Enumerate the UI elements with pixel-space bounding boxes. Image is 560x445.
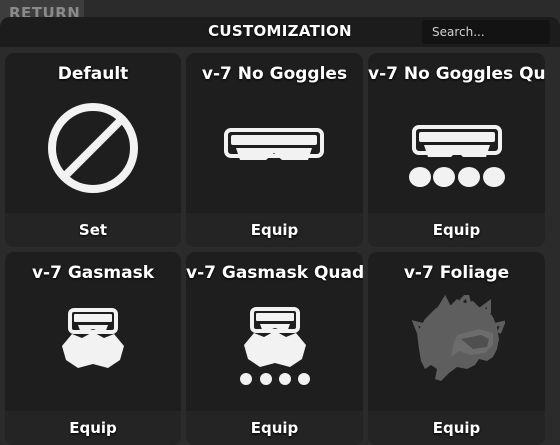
item-title: v-7 Gasmask Quad [186,263,363,283]
item-card-default[interactable]: Default Set [5,53,181,247]
item-title: v-7 Gasmask [31,263,155,283]
set-button[interactable]: Set [5,213,181,247]
item-card-gasmask[interactable]: v-7 Gasmask Equip [5,252,181,445]
equip-button[interactable]: Equip [186,411,363,445]
equip-button[interactable]: Equip [186,213,363,247]
item-card-no-goggles[interactable]: v-7 No Goggles Equip [186,53,363,247]
gasmask-icon [62,308,124,368]
item-card-foliage[interactable]: v-7 Foliage Equip [368,252,545,445]
item-title: v-7 No Goggles [201,64,348,84]
gasmask-quad-icon [240,307,310,385]
equip-button[interactable]: Equip [368,213,545,247]
item-title: v-7 Foliage [403,263,510,283]
equip-button[interactable]: Equip [368,411,545,445]
item-card-gasmask-quad[interactable]: v-7 Gasmask Quad Equip [186,252,363,445]
item-grid: Default Set v-7 No Goggles Equip v-7 No … [0,47,560,445]
equip-button[interactable]: Equip [5,411,181,445]
foliage-helmet-icon [411,295,505,381]
header-bar: CUSTOMIZATION [0,17,560,47]
goggles-quad-icon [409,125,505,187]
prohibited-icon [48,103,138,193]
item-title: v-7 No Goggles Quad [368,64,545,84]
search-input[interactable] [422,20,550,44]
goggles-icon [224,128,324,160]
item-card-no-goggles-quad[interactable]: v-7 No Goggles Quad Equip [368,53,545,247]
item-title: Default [57,64,129,84]
